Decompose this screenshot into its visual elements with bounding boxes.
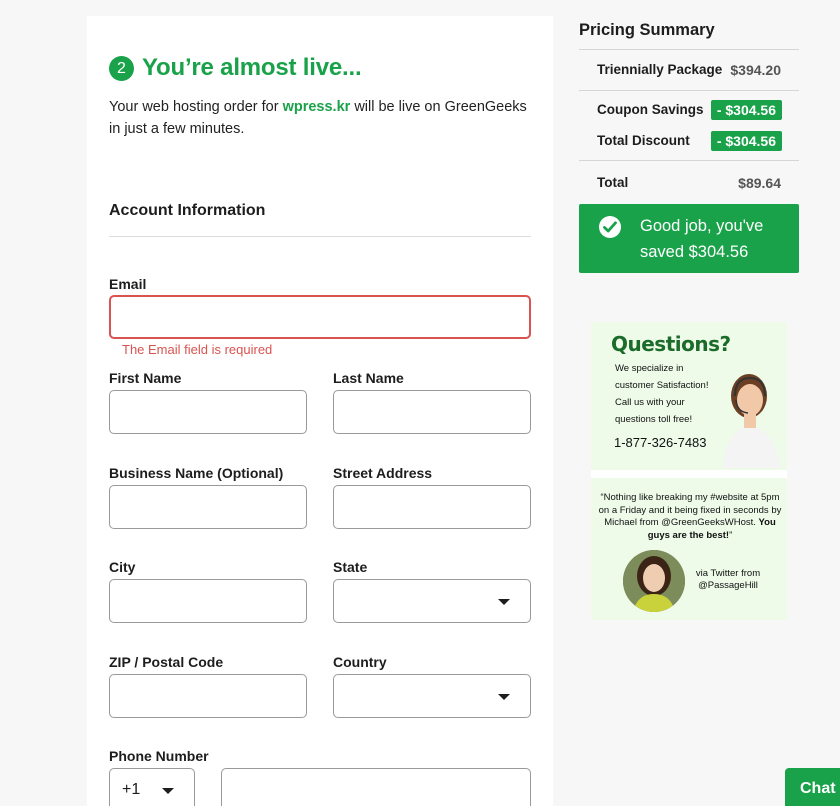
zip-field[interactable] [109,674,307,718]
support-phone: 1-877-326-7483 [614,435,707,450]
country-select[interactable] [333,674,531,718]
phone-label: Phone Number [109,748,209,764]
promo-text: We specialize in customer Satisfaction! … [615,363,709,425]
pricing-divider [579,49,799,50]
total-label: Total [597,175,629,190]
savings-message: Good job, you've saved $304.56 [640,217,764,261]
phone-country-code: +1 [122,781,141,798]
checkout-card: 2 You’re almost live... Your web hosting… [87,16,553,806]
business-name-label: Business Name (Optional) [109,465,284,481]
savings-banner: Good job, you've saved $304.56 [579,204,799,273]
check-circle-icon [599,216,621,238]
pricing-divider [579,90,799,91]
state-select[interactable] [333,579,531,623]
last-name-label: Last Name [333,370,404,386]
chat-button[interactable]: Chat [785,768,840,806]
step-number-badge: 2 [109,55,134,81]
phone-country-code-select[interactable]: +1 [109,768,195,806]
step-title: You’re almost live... [142,54,362,81]
package-price: $394.20 [730,62,781,78]
section-divider [109,236,531,237]
promo-divider [591,470,787,478]
total-price: $89.64 [738,175,781,191]
last-name-field[interactable] [333,390,531,434]
street-address-label: Street Address [333,465,433,481]
street-address-field[interactable] [333,485,531,529]
email-error-message: The Email field is required [122,342,273,357]
support-promo: Questions? We specialize in customer Sat… [591,322,787,620]
first-name-field[interactable] [109,390,307,434]
quote-close: ” [729,529,733,541]
chevron-down-icon [162,788,174,794]
step-header: 2 You’re almost live... [109,54,362,82]
chevron-down-icon [498,694,510,700]
phone-number-field[interactable] [221,768,531,806]
order-domain: wpress.kr [282,99,351,115]
intro-text-before: Your web hosting order for [109,99,283,115]
coupon-savings-badge: - $304.56 [710,100,782,120]
promo-title: Questions? [611,332,731,356]
total-discount-label: Total Discount [597,133,690,148]
section-title: Account Information [109,202,266,219]
business-name-field[interactable] [109,485,307,529]
chevron-down-icon [498,599,510,605]
city-label: City [109,559,136,575]
city-field[interactable] [109,579,307,623]
country-label: Country [333,654,387,670]
order-intro: Your web hosting order for wpress.kr wil… [109,96,539,140]
testimonial-source: via Twitter from @PassageHill [695,568,761,591]
coupon-savings-label: Coupon Savings [597,102,704,117]
support-agent-image [723,374,781,468]
email-field[interactable] [109,295,531,339]
pricing-summary-title: Pricing Summary [579,21,715,39]
testimonial-avatar [623,550,685,612]
package-label: Triennially Package [597,62,723,77]
state-label: State [333,559,368,575]
email-label: Email [109,276,147,292]
testimonial-quote: “Nothing like breaking my #website at 5p… [597,492,783,542]
pricing-divider [579,160,799,161]
total-discount-badge: - $304.56 [710,131,782,151]
quote-text: “Nothing like breaking my #website at 5p… [598,492,782,528]
first-name-label: First Name [109,370,182,386]
zip-label: ZIP / Postal Code [109,654,224,670]
